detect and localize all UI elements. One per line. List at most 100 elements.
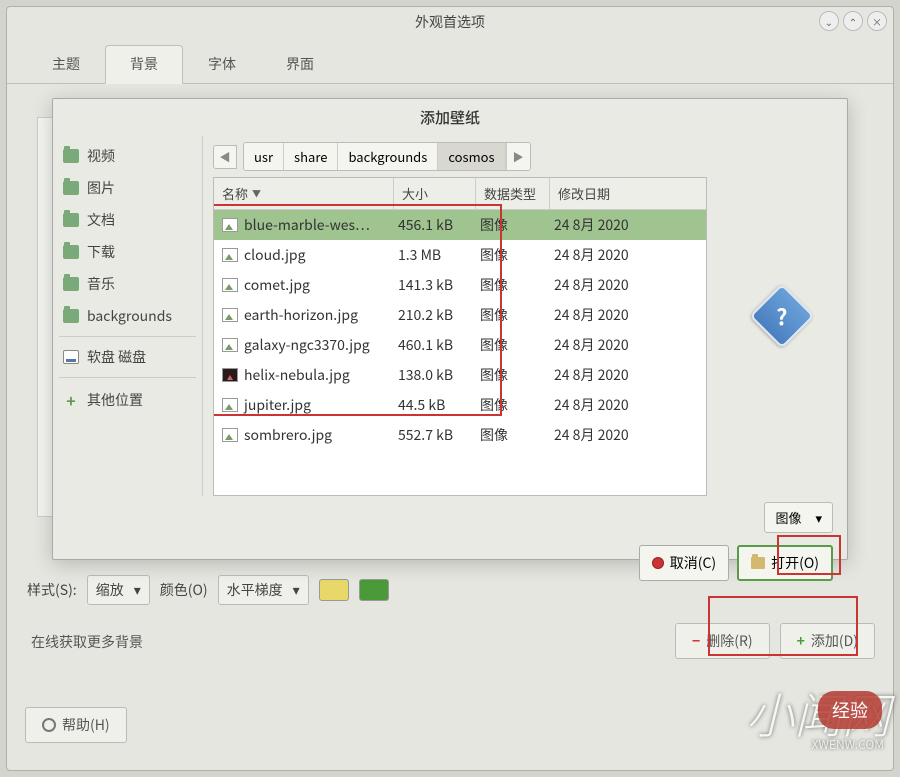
- add-button[interactable]: + 添加(D): [780, 623, 875, 659]
- breadcrumb-back-button[interactable]: ◀: [213, 145, 237, 169]
- add-label: 添加(D): [811, 631, 858, 651]
- file-type: 图像: [476, 395, 550, 415]
- minimize-button[interactable]: ⌄: [819, 11, 839, 31]
- tab-背景[interactable]: 背景: [105, 45, 183, 84]
- cancel-label: 取消(C): [670, 553, 716, 573]
- breadcrumb-forward-button[interactable]: ▶: [506, 143, 530, 170]
- file-row[interactable]: sombrero.jpg552.7 kB图像24 8月 2020: [214, 420, 706, 450]
- image-file-icon: [222, 398, 238, 412]
- place-软盘 磁盘[interactable]: 软盘 磁盘: [57, 341, 198, 373]
- file-row[interactable]: jupiter.jpg44.5 kB图像24 8月 2020: [214, 390, 706, 420]
- column-header-type[interactable]: 数据类型: [476, 178, 550, 209]
- tab-字体[interactable]: 字体: [183, 45, 261, 83]
- image-file-icon: [222, 428, 238, 442]
- file-row[interactable]: helix-nebula.jpg 138.0 kB图像24 8月 2020: [214, 360, 706, 390]
- column-header-size[interactable]: 大小: [394, 178, 476, 209]
- file-row[interactable]: galaxy-ngc3370.jpg460.1 kB图像24 8月 2020: [214, 330, 706, 360]
- column-header-name[interactable]: 名称▼: [214, 178, 394, 209]
- place-图片[interactable]: 图片: [57, 172, 198, 204]
- place-视频[interactable]: 视频: [57, 140, 198, 172]
- place-其他位置[interactable]: + 其他位置: [57, 382, 198, 418]
- file-row[interactable]: blue-marble-wes…456.1 kB图像24 8月 2020: [214, 210, 706, 240]
- file-type: 图像: [476, 215, 550, 235]
- file-type: 图像: [476, 425, 550, 445]
- breadcrumb-cosmos[interactable]: cosmos: [438, 143, 505, 170]
- place-label: 视频: [87, 146, 115, 166]
- file-rows[interactable]: blue-marble-wes…456.1 kB图像24 8月 2020clou…: [214, 210, 706, 495]
- disk-icon: [63, 350, 79, 364]
- filter-value: 图像: [775, 508, 801, 527]
- breadcrumb-share[interactable]: share: [284, 143, 338, 170]
- open-label: 打开(O): [771, 553, 819, 573]
- file-name: blue-marble-wes…: [244, 215, 370, 235]
- file-name: earth-horizon.jpg: [244, 305, 358, 325]
- folder-icon: [63, 213, 79, 227]
- file-name: cloud.jpg: [244, 245, 306, 265]
- close-button[interactable]: ×: [867, 11, 887, 31]
- tabs: 主题背景字体界面: [7, 37, 893, 84]
- get-more-backgrounds-link[interactable]: 在线获取更多背景: [31, 632, 143, 652]
- main-actions: −删除(R) + 添加(D): [675, 623, 875, 659]
- remove-label: 删除(R): [706, 631, 752, 651]
- file-list: 名称▼ 大小 数据类型 修改日期 blue-marble-wes… 456.1 k…: [213, 177, 707, 496]
- titlebar: 外观首选项 ⌄ ⌃ ×: [7, 7, 893, 37]
- remove-button[interactable]: −删除(R): [675, 623, 770, 659]
- file-date: 24 8月 2020: [550, 245, 706, 265]
- file-name: comet.jpg: [244, 275, 310, 295]
- folder-icon: [63, 309, 79, 323]
- place-音乐[interactable]: 音乐: [57, 268, 198, 300]
- breadcrumb-usr[interactable]: usr: [244, 143, 284, 170]
- file-size: 141.3 kB: [394, 275, 476, 295]
- file-name: helix-nebula.jpg: [244, 365, 350, 385]
- question-icon: ?: [749, 283, 814, 348]
- file-name: sombrero.jpg: [244, 425, 332, 445]
- cancel-button[interactable]: 取消(C): [639, 545, 729, 581]
- place-label: 软盘 磁盘: [87, 347, 146, 367]
- file-row[interactable]: cloud.jpg1.3 MB图像24 8月 2020: [214, 240, 706, 270]
- image-file-icon: [222, 218, 238, 232]
- column-header-date[interactable]: 修改日期: [550, 178, 706, 209]
- folder-open-icon: [751, 557, 765, 569]
- window-title: 外观首选项: [415, 12, 485, 32]
- place-label: 音乐: [87, 274, 115, 294]
- file-name: jupiter.jpg: [244, 395, 311, 415]
- plus-icon: +: [63, 388, 79, 412]
- maximize-button[interactable]: ⌃: [843, 11, 863, 31]
- place-backgrounds[interactable]: backgrounds: [57, 300, 198, 332]
- preview-pane: ?: [717, 136, 847, 496]
- file-row[interactable]: comet.jpg 141.3 kB图像24 8月 2020: [214, 270, 706, 300]
- plus-icon: +: [797, 631, 805, 651]
- help-label: 帮助(H): [62, 715, 110, 735]
- open-button[interactable]: 打开(O): [737, 545, 833, 581]
- file-date: 24 8月 2020: [550, 275, 706, 295]
- divider: [59, 336, 196, 337]
- breadcrumb-backgrounds[interactable]: backgrounds: [338, 143, 438, 170]
- gear-icon: [42, 718, 56, 732]
- file-type-filter[interactable]: 图像 ▾: [764, 502, 833, 533]
- image-file-icon: [222, 308, 238, 322]
- file-row[interactable]: earth-horizon.jpg210.2 kB图像24 8月 2020: [214, 300, 706, 330]
- file-type: 图像: [476, 275, 550, 295]
- file-size: 456.1 kB: [394, 215, 476, 235]
- place-文档[interactable]: 文档: [57, 204, 198, 236]
- place-label: 图片: [87, 178, 115, 198]
- help-button[interactable]: 帮助(H): [25, 707, 127, 743]
- window-controls: ⌄ ⌃ ×: [819, 11, 887, 31]
- file-area: ◀ usrsharebackgroundscosmos▶ 名称▼ 大小 数据类型…: [203, 136, 717, 496]
- cancel-icon: [652, 557, 664, 569]
- file-date: 24 8月 2020: [550, 305, 706, 325]
- place-label: 其他位置: [87, 390, 143, 410]
- file-size: 1.3 MB: [394, 245, 476, 265]
- folder-icon: [63, 245, 79, 259]
- image-file-icon: [222, 278, 238, 292]
- minus-icon: −: [692, 631, 700, 651]
- place-下载[interactable]: 下载: [57, 236, 198, 268]
- image-file-icon: [222, 248, 238, 262]
- file-type: 图像: [476, 335, 550, 355]
- tab-界面[interactable]: 界面: [261, 45, 339, 83]
- place-label: 文档: [87, 210, 115, 230]
- file-date: 24 8月 2020: [550, 365, 706, 385]
- file-size: 138.0 kB: [394, 365, 476, 385]
- tab-主题[interactable]: 主题: [27, 45, 105, 83]
- file-type: 图像: [476, 365, 550, 385]
